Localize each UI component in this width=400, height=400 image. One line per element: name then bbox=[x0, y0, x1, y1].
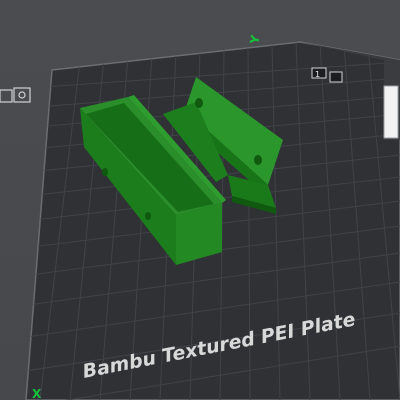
3d-viewport[interactable]: 1 Y X Bambu Textured PEI Plate bbox=[0, 0, 400, 400]
edit-plate-icon[interactable] bbox=[329, 71, 343, 83]
y-axis-label: Y bbox=[247, 34, 263, 46]
close-plate-icon[interactable] bbox=[383, 85, 399, 139]
plate-toolbar bbox=[0, 87, 31, 103]
scene-svg: 1 Y X Bambu Textured PEI Plate bbox=[0, 34, 400, 400]
plate-settings-icon[interactable] bbox=[0, 89, 13, 103]
x-axis-label: X bbox=[32, 387, 42, 400]
auto-orient-icon[interactable] bbox=[13, 87, 31, 103]
plate-number: 1 bbox=[315, 70, 320, 79]
